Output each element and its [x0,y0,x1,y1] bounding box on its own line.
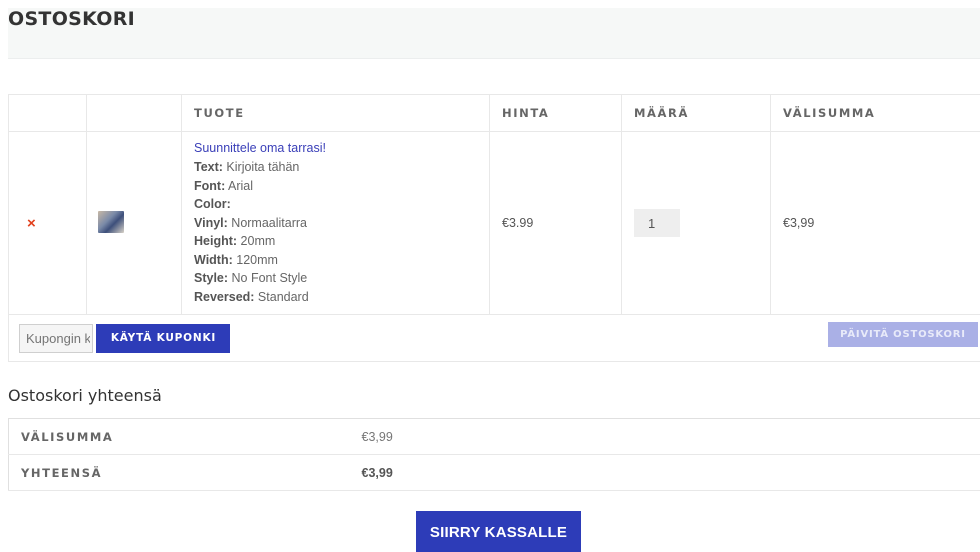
product-attribute: Font: Arial [194,177,489,196]
cell-product: Suunnittele oma tarrasi! Text: Kirjoita … [181,131,490,315]
cell-thumbnail [86,131,182,315]
product-thumbnail[interactable] [98,210,124,233]
product-attribute-key: Width: [194,252,233,267]
page-header: OSTOSKORI [8,8,980,59]
item-subtotal: €3,99 [783,216,815,230]
cart-actions-row: KÄYTÄ KUPONKI PÄIVITÄ OSTOSKORI [8,314,980,362]
header-quantity: MÄÄRÄ [621,94,771,132]
header-subtotal: VÄLISUMMA [770,94,980,132]
cell-quantity [621,131,771,315]
cart-actions-cell: KÄYTÄ KUPONKI PÄIVITÄ OSTOSKORI [8,314,980,362]
product-attribute-key: Vinyl: [194,215,228,230]
product-attribute-value: Kirjoita tähän [222,159,300,174]
cell-remove: × [8,131,87,315]
totals-subtotal-value: €3,99 [361,418,980,455]
product-attribute: Width: 120mm [194,251,489,270]
product-attribute: Reversed: Standard [194,288,489,307]
cart-header-row: TUOTE HINTA MÄÄRÄ VÄLISUMMA [8,94,980,132]
totals-subtotal-label: VÄLISUMMA [8,418,362,455]
product-attribute-key: Color: [194,197,231,212]
totals-subtotal-row: VÄLISUMMA €3,99 [8,418,980,455]
product-attribute: Text: Kirjoita tähän [194,158,489,177]
header-thumbnail [86,94,182,132]
product-attribute-key: Text: [194,159,223,174]
cart-totals-table: VÄLISUMMA €3,99 YHTEENSÄ €3,99 [8,418,980,491]
proceed-to-checkout-button[interactable]: SIIRRY KASSALLE [416,511,581,552]
product-attribute: Style: No Font Style [194,269,489,288]
product-attribute: Vinyl: Normaalitarra [194,214,489,233]
product-attribute-value: 20mm [237,234,276,249]
product-attribute: Height: 20mm [194,232,489,251]
cell-price: €3.99 [489,131,622,315]
product-attribute-value: 120mm [232,252,278,267]
coupon-code-input[interactable] [19,323,93,353]
totals-total-value: €3,99 [361,454,980,491]
product-attribute-key: Font: [194,178,226,193]
product-attribute-value: Standard [254,290,309,305]
totals-total-label: YHTEENSÄ [8,454,362,491]
header-product: TUOTE [181,94,490,132]
product-attribute-key: Style: [194,271,229,286]
header-price: HINTA [489,94,622,132]
quantity-input[interactable] [634,209,680,237]
cart-table: TUOTE HINTA MÄÄRÄ VÄLISUMMA × Suunnittel… [8,94,980,362]
item-price: €3.99 [502,216,534,230]
remove-item-icon[interactable]: × [21,215,36,232]
cell-subtotal: €3,99 [770,131,980,315]
update-cart-button[interactable]: PÄIVITÄ OSTOSKORI [828,322,978,347]
totals-total-row: YHTEENSÄ €3,99 [8,454,980,491]
product-attribute-key: Height: [194,234,238,249]
cart-item-row: × Suunnittele oma tarrasi! Text: Kirjoit… [8,131,980,315]
product-attribute-key: Reversed: [194,290,255,305]
product-attribute-value: Arial [225,178,254,193]
product-attribute: Color: [194,195,489,214]
cart-page: OSTOSKORI TUOTE HINTA MÄÄRÄ VÄLISUMMA × … [0,0,980,552]
product-attributes: Text: Kirjoita tähän Font: Arial Color: Vin… [194,158,489,307]
apply-coupon-button[interactable]: KÄYTÄ KUPONKI [96,323,231,353]
product-name-link[interactable]: Suunnittele oma tarrasi! [194,139,489,158]
product-attribute-value: No Font Style [228,271,308,286]
page-title: OSTOSKORI [8,8,136,30]
header-remove [8,94,87,132]
product-attribute-value: Normaalitarra [227,215,307,230]
cart-totals-title: Ostoskori yhteensä [8,386,162,405]
